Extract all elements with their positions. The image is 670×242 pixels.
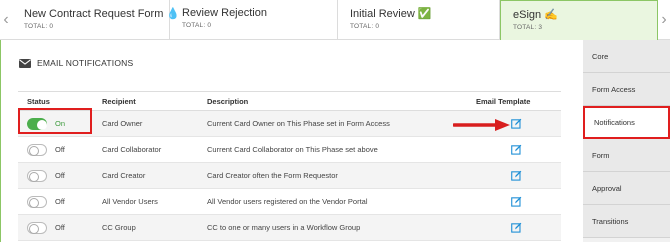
phase-name: eSign ✍	[513, 9, 558, 21]
table-header: Status Recipient Description Email Templ…	[18, 92, 561, 111]
table-row: Off Card Collaborator Current Card Colla…	[18, 137, 561, 163]
section-header: EMAIL NOTIFICATIONS	[19, 58, 133, 68]
edit-template-icon[interactable]	[511, 118, 522, 129]
status-toggle[interactable]	[27, 195, 47, 208]
description-cell: Card Creator often the Form Requestor	[207, 171, 338, 180]
phase-total: TOTAL: 0	[350, 23, 380, 30]
phase-name: New Contract Request Form 💧	[24, 8, 181, 20]
side-tab-notifications[interactable]: Notifications	[583, 106, 670, 139]
status-label: On	[55, 119, 66, 128]
phase-total: TOTAL: 3	[513, 24, 543, 31]
template-cell	[511, 137, 522, 162]
status-cell: Off	[27, 189, 65, 214]
chevron-left-icon[interactable]: ‹	[0, 0, 12, 40]
status-label: Off	[55, 145, 65, 154]
column-header-recipient: Recipient	[102, 96, 136, 106]
status-label: Off	[55, 223, 65, 232]
status-cell: Off	[27, 215, 65, 240]
status-toggle[interactable]	[27, 169, 47, 182]
description-cell: All Vendor users registered on the Vendo…	[207, 197, 368, 206]
status-toggle[interactable]	[27, 143, 47, 156]
description-cell: Current Card Collaborator on This Phase …	[207, 145, 378, 154]
recipient-cell: Card Owner	[102, 119, 143, 128]
status-label: Off	[55, 171, 65, 180]
phase-total: TOTAL: 0	[24, 23, 54, 30]
notifications-table: Status Recipient Description Email Templ…	[18, 91, 561, 241]
template-cell	[511, 163, 522, 188]
annotation-arrow-icon	[453, 119, 510, 131]
edit-template-icon[interactable]	[511, 144, 522, 155]
recipient-cell: All Vendor Users	[102, 197, 158, 206]
envelope-icon	[19, 58, 31, 68]
template-cell	[511, 189, 522, 214]
table-row: Off All Vendor Users All Vendor users re…	[18, 189, 561, 215]
side-tab-core[interactable]: Core	[583, 40, 670, 73]
recipient-cell: CC Group	[102, 223, 136, 232]
recipient-cell: Card Collaborator	[102, 145, 162, 154]
side-tabs: Core Form Access Notifications Form Appr…	[583, 40, 670, 242]
phase-esign[interactable]: eSign ✍ TOTAL: 3	[500, 0, 658, 40]
template-cell	[511, 215, 522, 240]
template-cell	[511, 111, 522, 136]
phase-total: TOTAL: 0	[182, 22, 212, 29]
table-row: Off Card Creator Card Creator often the …	[18, 163, 561, 189]
phase-name: Review Rejection	[182, 7, 267, 19]
description-cell: CC to one or many users in a Workflow Gr…	[207, 223, 361, 232]
phase-name: Initial Review ✅	[350, 8, 432, 20]
status-cell: Off	[27, 163, 65, 188]
column-header-email-template: Email Template	[476, 96, 531, 106]
notifications-panel: EMAIL NOTIFICATIONS Status Recipient Des…	[0, 40, 583, 242]
column-header-description: Description	[207, 96, 249, 106]
side-tab-form[interactable]: Form	[583, 139, 670, 172]
status-toggle[interactable]	[27, 117, 47, 130]
status-toggle[interactable]	[27, 221, 47, 234]
phase-bar: ‹ New Contract Request Form 💧 TOTAL: 0 R…	[0, 0, 670, 40]
phase-initial-review[interactable]: Initial Review ✅ TOTAL: 0	[338, 0, 500, 40]
status-cell: On	[27, 111, 65, 136]
phase-new-contract-request-form[interactable]: New Contract Request Form 💧 TOTAL: 0	[12, 0, 181, 40]
side-tab-approval[interactable]: Approval	[583, 172, 670, 205]
chevron-right-icon[interactable]: ›	[658, 0, 670, 40]
edit-template-icon[interactable]	[511, 222, 522, 233]
phase-review-rejection[interactable]: Review Rejection TOTAL: 0	[170, 0, 338, 40]
side-tab-transitions[interactable]: Transitions	[583, 205, 670, 238]
status-label: Off	[55, 197, 65, 206]
table-row: Off CC Group CC to one or many users in …	[18, 215, 561, 241]
section-title: EMAIL NOTIFICATIONS	[37, 58, 134, 68]
edit-template-icon[interactable]	[511, 170, 522, 181]
status-cell: Off	[27, 137, 65, 162]
edit-template-icon[interactable]	[511, 196, 522, 207]
side-tab-form-access[interactable]: Form Access	[583, 73, 670, 106]
description-cell: Current Card Owner on This Phase set in …	[207, 119, 390, 128]
recipient-cell: Card Creator	[102, 171, 146, 180]
